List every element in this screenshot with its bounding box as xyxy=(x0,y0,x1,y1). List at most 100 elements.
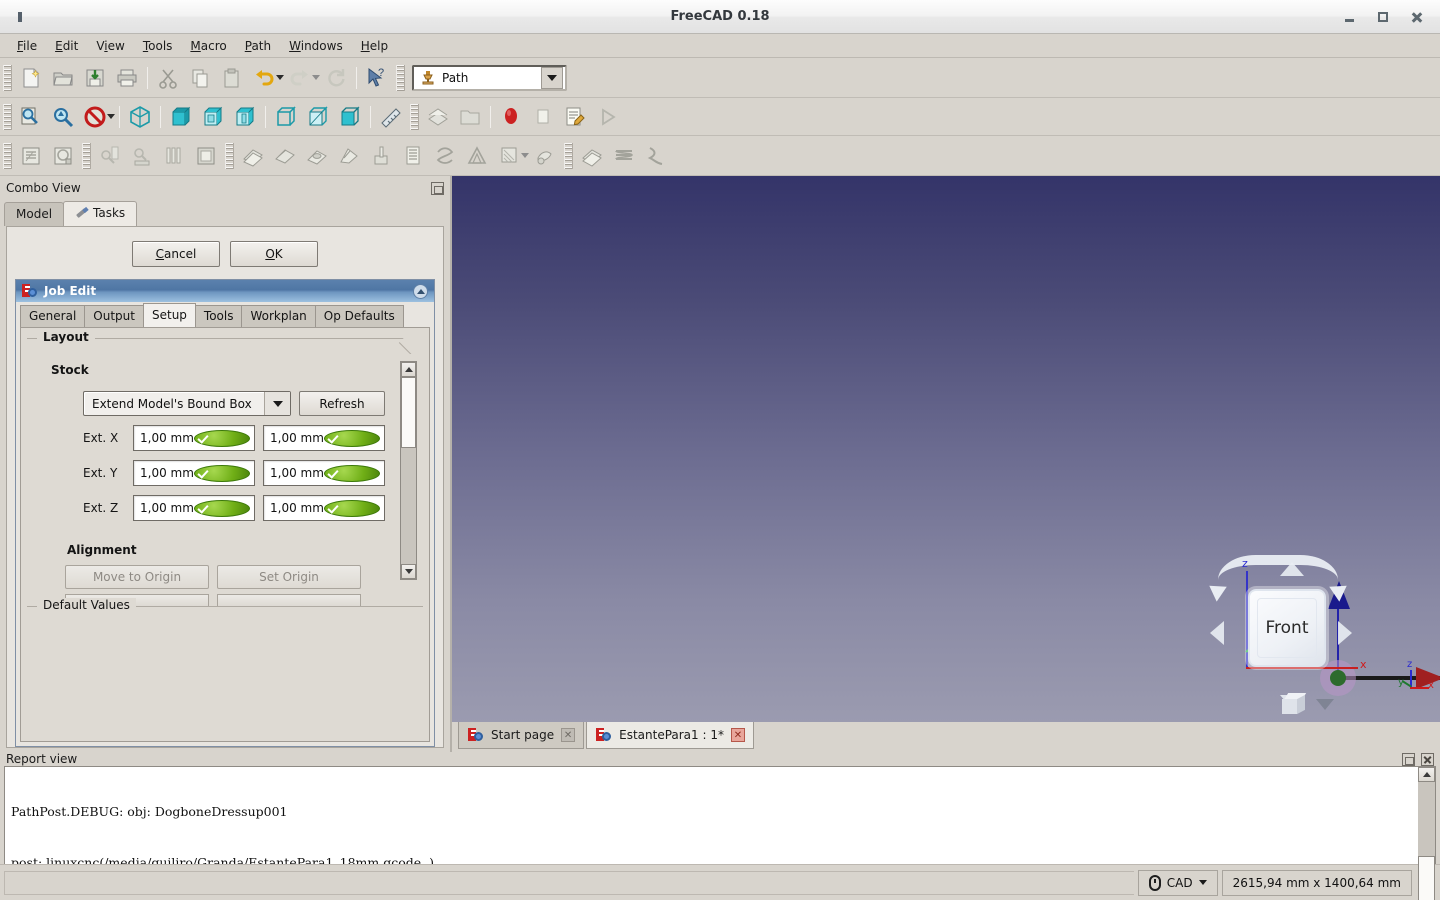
nav-cube-menu-caret[interactable] xyxy=(1316,699,1334,710)
front-view-icon[interactable] xyxy=(165,102,197,132)
stock-type-select[interactable]: Extend Model's Bound Box xyxy=(83,391,291,416)
path-pocket-shape-icon[interactable] xyxy=(333,141,365,171)
path-helix-icon[interactable] xyxy=(429,141,461,171)
close-tab-icon[interactable]: ✕ xyxy=(730,728,745,742)
path-surface-icon[interactable] xyxy=(493,141,525,171)
setup-vertical-scrollbar[interactable] xyxy=(400,361,417,580)
path-pocket-icon[interactable] xyxy=(301,141,333,171)
close-button[interactable] xyxy=(1410,10,1424,24)
ext-x-neg-input[interactable]: 1,00 mm xyxy=(133,425,255,451)
isometric-view-icon[interactable] xyxy=(124,102,156,132)
path-simulator-icon[interactable] xyxy=(591,102,623,132)
path-profile-face-icon[interactable] xyxy=(269,141,301,171)
draw-style-icon[interactable] xyxy=(79,102,111,132)
tab-model[interactable]: Model xyxy=(4,202,65,226)
rear-view-icon[interactable] xyxy=(270,102,302,132)
report-vertical-scrollbar[interactable] xyxy=(1418,767,1435,900)
menu-help[interactable]: Help xyxy=(352,36,397,56)
tab-general[interactable]: General xyxy=(20,305,86,327)
paste-icon[interactable] xyxy=(216,63,248,93)
toolbar-grip[interactable] xyxy=(3,64,12,91)
workbench-dropdown-arrow[interactable] xyxy=(541,66,563,89)
clipped-button-b[interactable] xyxy=(217,594,361,606)
nav-arrow-right-icon[interactable] xyxy=(1338,621,1352,645)
undock-icon[interactable] xyxy=(1402,752,1415,766)
workbench-toolbar-grip[interactable] xyxy=(396,64,405,91)
menu-view[interactable]: View xyxy=(87,36,134,56)
path-tool-controller-icon[interactable] xyxy=(126,141,158,171)
path-rampentry-icon[interactable] xyxy=(640,141,672,171)
copy-icon[interactable] xyxy=(184,63,216,93)
path-array-icon[interactable] xyxy=(47,141,79,171)
close-icon[interactable] xyxy=(1421,752,1434,766)
path-drill-bits-icon[interactable] xyxy=(158,141,190,171)
path-profile-icon[interactable] xyxy=(237,141,269,171)
report-scroll-up-button[interactable] xyxy=(1418,767,1435,782)
move-to-origin-button[interactable]: Move to Origin xyxy=(65,565,209,589)
report-scroll-thumb[interactable] xyxy=(1418,855,1435,900)
navigation-style-selector[interactable]: CAD xyxy=(1137,869,1218,896)
path-drilling-icon[interactable] xyxy=(365,141,397,171)
path-adaptive-icon[interactable] xyxy=(461,141,493,171)
redo-icon[interactable] xyxy=(284,63,316,93)
refresh-icon[interactable] xyxy=(320,63,352,93)
scroll-track[interactable] xyxy=(401,377,416,564)
ok-button[interactable]: OK xyxy=(230,241,318,267)
menu-windows[interactable]: Windows xyxy=(280,36,352,56)
measure-icon[interactable] xyxy=(375,102,407,132)
scroll-up-button[interactable] xyxy=(401,362,416,377)
nav-arrow-up-icon[interactable] xyxy=(1280,562,1304,576)
path-dogbone-icon[interactable] xyxy=(608,141,640,171)
open-document-icon[interactable] xyxy=(47,63,79,93)
ext-z-pos-input[interactable]: 1,00 mm xyxy=(263,495,385,521)
path-job-icon[interactable] xyxy=(422,102,454,132)
path-toolbar-grip[interactable] xyxy=(410,103,419,130)
fit-all-icon[interactable] xyxy=(15,102,47,132)
ext-y-neg-input[interactable]: 1,00 mm xyxy=(133,460,255,486)
whats-this-icon[interactable]: ? xyxy=(361,63,393,93)
tab-tasks[interactable]: Tasks xyxy=(63,201,138,226)
document-tab-estantepara1[interactable]: EstantePara1 : 1* ✕ xyxy=(586,722,754,749)
path-copy-icon[interactable] xyxy=(15,141,47,171)
bottom-view-icon[interactable] xyxy=(302,102,334,132)
document-tab-start-page[interactable]: Start page ✕ xyxy=(458,722,585,749)
fit-selection-icon[interactable] xyxy=(47,102,79,132)
menu-file[interactable]: File xyxy=(8,36,46,56)
tab-setup[interactable]: Setup xyxy=(142,303,196,327)
right-view-icon[interactable] xyxy=(229,102,261,132)
nav-cube-face[interactable]: Front xyxy=(1248,589,1326,667)
set-origin-button[interactable]: Set Origin xyxy=(217,565,361,589)
left-view-icon[interactable] xyxy=(334,102,366,132)
tab-output[interactable]: Output xyxy=(84,305,144,327)
tab-op-defaults[interactable]: Op Defaults xyxy=(314,305,404,327)
path-ops-grip-3[interactable] xyxy=(225,142,234,169)
path-tool-library-icon[interactable] xyxy=(94,141,126,171)
menu-tools[interactable]: Tools xyxy=(134,36,182,56)
chevron-down-icon[interactable] xyxy=(264,392,290,415)
menu-edit[interactable]: Edit xyxy=(46,36,87,56)
path-post-process-icon[interactable] xyxy=(559,102,591,132)
path-engrave-icon[interactable] xyxy=(397,141,429,171)
scroll-thumb[interactable] xyxy=(401,377,416,449)
menu-path[interactable]: Path xyxy=(236,36,280,56)
refresh-button[interactable]: Refresh xyxy=(299,391,385,416)
navigation-cube[interactable]: z x Front xyxy=(1198,551,1367,715)
path-folder-icon[interactable] xyxy=(454,102,486,132)
report-scroll-track[interactable] xyxy=(1418,782,1435,900)
menu-macro[interactable]: Macro xyxy=(181,36,235,56)
window-menu-icon[interactable] xyxy=(0,11,40,22)
path-deburr-icon[interactable] xyxy=(529,141,561,171)
ext-y-pos-input[interactable]: 1,00 mm xyxy=(263,460,385,486)
tab-tools[interactable]: Tools xyxy=(194,305,243,327)
scroll-down-button[interactable] xyxy=(401,564,416,579)
top-view-icon[interactable] xyxy=(197,102,229,132)
undo-icon[interactable] xyxy=(248,63,280,93)
chevron-down-icon[interactable] xyxy=(1198,880,1207,885)
3d-viewport[interactable]: z x Front z x y xyxy=(452,176,1440,722)
cut-icon[interactable] xyxy=(152,63,184,93)
nav-corner-cube-icon[interactable] xyxy=(1282,693,1308,715)
view-toolbar-grip[interactable] xyxy=(3,103,12,130)
path-ops-grip-2[interactable] xyxy=(82,142,91,169)
workbench-selector[interactable]: Path xyxy=(412,64,567,91)
ext-z-neg-input[interactable]: 1,00 mm xyxy=(133,495,255,521)
